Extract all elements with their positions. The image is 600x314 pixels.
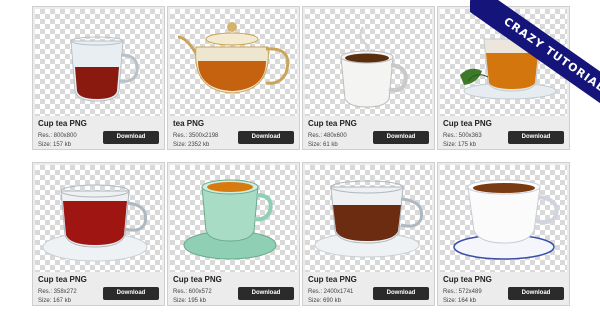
card-filesize: Size: 164 kb	[443, 298, 477, 304]
teapot-image[interactable]	[170, 9, 297, 116]
image-card[interactable]: Cup tea PNG Res.: 572x489 Size: 164 kb D…	[437, 162, 570, 306]
image-card[interactable]: Cup tea PNG Res.: 600x572 Size: 195 kb D…	[167, 162, 300, 306]
card-title: Cup tea PNG	[38, 275, 87, 284]
card-resolution: Res.: 500x363	[443, 133, 482, 139]
card-filesize: Size: 61 kb	[308, 142, 338, 148]
cup-tea-image[interactable]	[305, 9, 432, 116]
download-button[interactable]: Download	[373, 131, 429, 144]
card-title: Cup tea PNG	[38, 119, 87, 128]
download-button[interactable]: Download	[508, 287, 564, 300]
cup-tea-image[interactable]	[305, 165, 432, 272]
download-button[interactable]: Download	[238, 287, 294, 300]
cup-tea-image[interactable]	[170, 165, 297, 272]
download-button[interactable]: Download	[103, 287, 159, 300]
card-resolution: Res.: 358x272	[38, 289, 77, 295]
card-filesize: Size: 157 kb	[38, 142, 72, 148]
download-button[interactable]: Download	[373, 287, 429, 300]
card-title: Cup tea PNG	[308, 275, 357, 284]
corner-ribbon: CRAZY TUTORIAL	[470, 0, 600, 130]
card-resolution: Res.: 600x572	[173, 289, 212, 295]
card-filesize: Size: 2352 kb	[173, 142, 210, 148]
card-resolution: Res.: 800x800	[38, 133, 77, 139]
cup-tea-image[interactable]	[440, 165, 567, 272]
download-button[interactable]: Download	[508, 131, 564, 144]
image-card[interactable]: Cup tea PNG Res.: 480x600 Size: 61 kb Do…	[302, 6, 435, 150]
card-title: tea PNG	[173, 119, 205, 128]
card-filesize: Size: 195 kb	[173, 298, 207, 304]
ribbon-label: CRAZY TUTORIAL	[470, 0, 600, 124]
cup-tea-image[interactable]	[35, 165, 162, 272]
card-filesize: Size: 167 kb	[38, 298, 72, 304]
download-button[interactable]: Download	[238, 131, 294, 144]
card-title: Cup tea PNG	[443, 275, 492, 284]
cup-tea-image[interactable]	[35, 9, 162, 116]
image-card[interactable]: tea PNG Res.: 3500x2198 Size: 2352 kb Do…	[167, 6, 300, 150]
card-resolution: Res.: 3500x2198	[173, 133, 219, 139]
download-button[interactable]: Download	[103, 131, 159, 144]
card-filesize: Size: 690 kb	[308, 298, 342, 304]
image-card[interactable]: Cup tea PNG Res.: 800x800 Size: 157 kb D…	[32, 6, 165, 150]
image-card[interactable]: Cup tea PNG Res.: 2400x1741 Size: 690 kb…	[302, 162, 435, 306]
card-resolution: Res.: 480x600	[308, 133, 347, 139]
card-title: Cup tea PNG	[308, 119, 357, 128]
card-filesize: Size: 175 kb	[443, 142, 477, 148]
card-title: Cup tea PNG	[173, 275, 222, 284]
card-resolution: Res.: 572x489	[443, 289, 482, 295]
image-card[interactable]: Cup tea PNG Res.: 358x272 Size: 167 kb D…	[32, 162, 165, 306]
card-resolution: Res.: 2400x1741	[308, 289, 354, 295]
